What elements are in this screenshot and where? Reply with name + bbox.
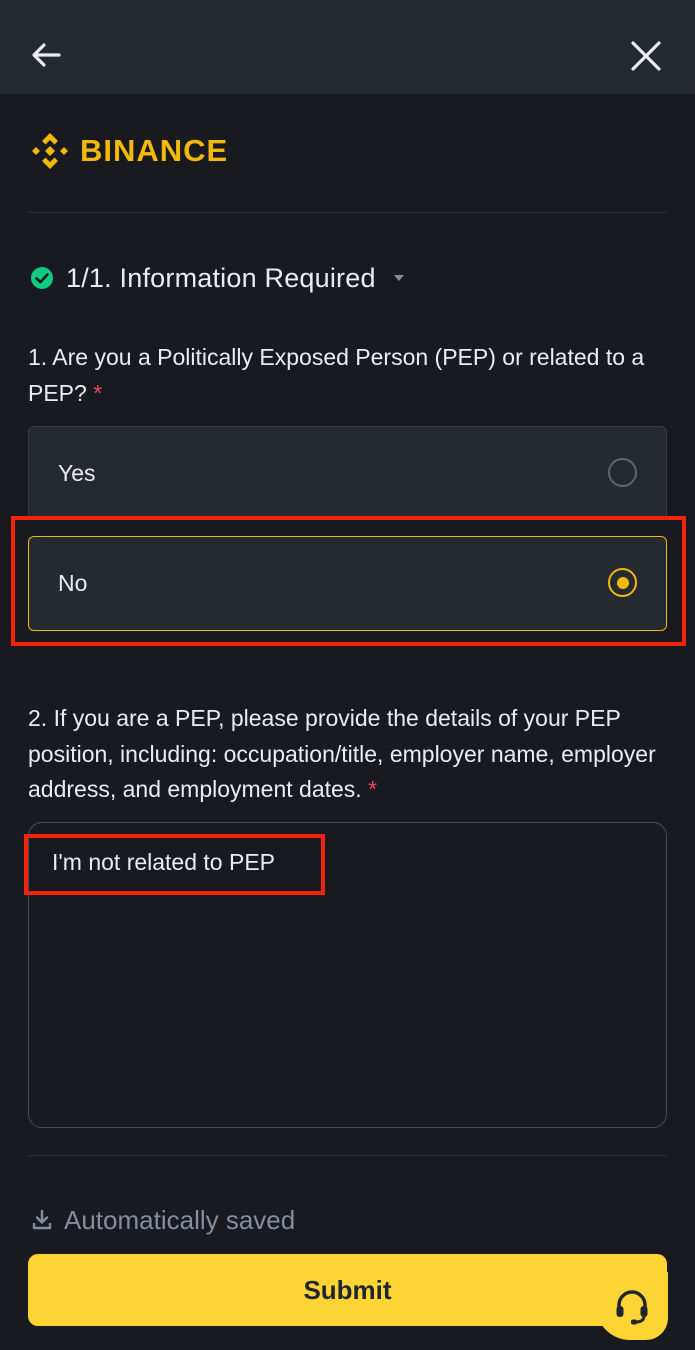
section-title: 1/1. Information Required xyxy=(66,262,376,293)
option-no-label: No xyxy=(58,570,88,596)
kyc-form-screen: BINANCE 1/1. Information Required 1. Are… xyxy=(0,0,695,1350)
radio-yes[interactable] xyxy=(608,458,637,487)
option-no[interactable]: No xyxy=(28,536,667,631)
autosave-status: Automatically saved xyxy=(30,1200,295,1240)
required-mark: * xyxy=(93,379,103,406)
question-1-label: 1. Are you a Politically Exposed Person … xyxy=(28,340,668,411)
headset-icon xyxy=(616,1290,648,1325)
caret-down-icon xyxy=(393,275,404,281)
radio-selected-dot xyxy=(616,576,629,589)
question-2-label: 2. If you are a PEP, please provide the … xyxy=(28,701,668,808)
binance-logo: BINANCE xyxy=(28,128,228,174)
section-header[interactable]: 1/1. Information Required xyxy=(30,258,406,298)
check-circle-icon xyxy=(31,267,53,289)
close-button[interactable] xyxy=(624,34,668,78)
radio-no[interactable] xyxy=(608,568,637,597)
top-bar xyxy=(0,0,695,94)
option-yes[interactable]: Yes xyxy=(28,426,667,518)
pep-details-textarea[interactable]: I'm not related to PEP xyxy=(28,822,667,1128)
pep-details-value: I'm not related to PEP xyxy=(52,849,276,875)
footer-divider xyxy=(28,1155,667,1156)
question-1-text: 1. Are you a Politically Exposed Person … xyxy=(28,344,645,406)
arrow-left-icon xyxy=(32,43,61,67)
support-button[interactable] xyxy=(596,1272,668,1340)
back-button[interactable] xyxy=(26,36,66,76)
question-2-text: 2. If you are a PEP, please provide the … xyxy=(28,705,656,802)
logo-text: BINANCE xyxy=(80,133,229,168)
binance-logo-icon xyxy=(32,133,68,169)
submit-button[interactable]: Submit xyxy=(28,1254,667,1326)
required-mark: * xyxy=(368,776,378,802)
option-yes-label: Yes xyxy=(58,460,96,486)
autosave-text: Automatically saved xyxy=(64,1204,296,1235)
header-divider xyxy=(28,212,667,213)
close-icon xyxy=(631,41,661,71)
download-icon xyxy=(32,1209,52,1230)
